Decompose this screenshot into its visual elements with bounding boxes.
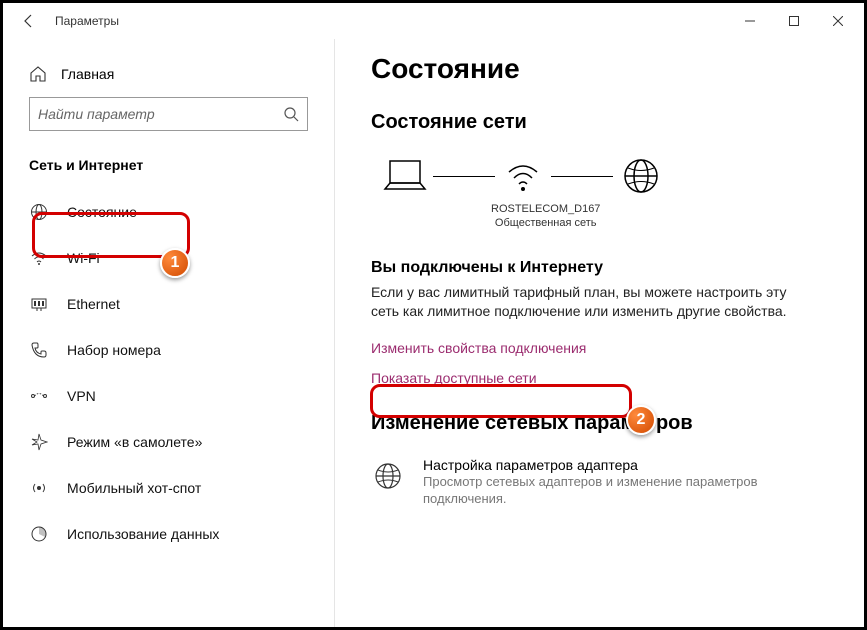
- search-input[interactable]: [38, 106, 283, 122]
- search-input-box[interactable]: [29, 97, 308, 131]
- sidebar-item-ethernet[interactable]: Ethernet: [3, 281, 334, 327]
- wifi-signal-icon: [495, 156, 551, 196]
- sidebar-item-label: Набор номера: [67, 342, 161, 358]
- connected-description: Если у вас лимитный тарифный план, вы мо…: [371, 283, 791, 322]
- globe-icon: [29, 202, 49, 222]
- connection-line: [551, 176, 613, 177]
- sidebar-item-label: VPN: [67, 388, 96, 404]
- laptop-icon: [377, 156, 433, 196]
- globe-option-icon: [371, 459, 405, 493]
- dialup-icon: [29, 340, 49, 360]
- airplane-icon: [29, 432, 49, 452]
- option-title: Настройка параметров адаптера: [423, 457, 793, 473]
- network-status-title: Состояние сети: [371, 111, 828, 134]
- minimize-icon: [745, 16, 755, 26]
- vpn-icon: [29, 386, 49, 406]
- minimize-button[interactable]: [728, 3, 772, 39]
- sidebar-item-label: Wi-Fi: [67, 250, 100, 266]
- sidebar-home-label: Главная: [61, 66, 114, 82]
- close-button[interactable]: [816, 3, 860, 39]
- sidebar-section-title: Сеть и Интернет: [3, 149, 334, 189]
- sidebar-item-datausage[interactable]: Использование данных: [3, 511, 334, 557]
- titlebar: Параметры: [3, 3, 864, 39]
- ethernet-icon: [29, 294, 49, 314]
- sidebar-item-hotspot[interactable]: Мобильный хот-спот: [3, 465, 334, 511]
- link-show-networks[interactable]: Показать доступные сети: [371, 370, 828, 386]
- back-button[interactable]: [7, 3, 51, 39]
- sidebar-item-label: Мобильный хот-спот: [67, 480, 201, 496]
- link-change-connection-props[interactable]: Изменить свойства подключения: [371, 340, 828, 356]
- sidebar-item-dialup[interactable]: Набор номера: [3, 327, 334, 373]
- maximize-button[interactable]: [772, 3, 816, 39]
- network-diagram: [371, 156, 669, 196]
- hotspot-icon: [29, 478, 49, 498]
- sidebar: Главная Сеть и Интернет Состояние Wi: [3, 39, 335, 627]
- datausage-icon: [29, 524, 49, 544]
- connection-line: [433, 176, 495, 177]
- annotation-callout-1: 1: [160, 248, 190, 278]
- page-title: Состояние: [371, 53, 828, 85]
- connected-heading: Вы подключены к Интернету: [371, 259, 828, 277]
- close-icon: [833, 16, 843, 26]
- network-ssid: ROSTELECOM_D167: [491, 202, 600, 216]
- annotation-callout-2: 2: [626, 405, 656, 435]
- sidebar-item-label: Ethernet: [67, 296, 120, 312]
- option-desc: Просмотр сетевых адаптеров и изменение п…: [423, 473, 793, 508]
- sidebar-item-status[interactable]: Состояние: [3, 189, 334, 235]
- wifi-icon: [29, 248, 49, 268]
- maximize-icon: [789, 16, 799, 26]
- globe-large-icon: [613, 156, 669, 196]
- search-icon: [283, 106, 299, 122]
- sidebar-nav: Состояние Wi-Fi Ethernet Набор номера VP…: [3, 189, 334, 557]
- sidebar-item-label: Состояние: [67, 204, 137, 220]
- arrow-left-icon: [21, 13, 37, 29]
- home-icon: [29, 65, 47, 83]
- option-adapter-settings[interactable]: Настройка параметров адаптера Просмотр с…: [371, 457, 828, 508]
- sidebar-item-label: Режим «в самолете»: [67, 434, 202, 450]
- content-area: Состояние Состояние сети: [335, 39, 864, 627]
- sidebar-home[interactable]: Главная: [21, 59, 316, 89]
- window-title: Параметры: [55, 14, 728, 28]
- sidebar-item-label: Использование данных: [67, 526, 219, 542]
- network-type: Общественная сеть: [491, 216, 600, 230]
- sidebar-item-vpn[interactable]: VPN: [3, 373, 334, 419]
- sidebar-item-airplane[interactable]: Режим «в самолете»: [3, 419, 334, 465]
- change-params-title: Изменение сетевых параметров: [371, 412, 828, 435]
